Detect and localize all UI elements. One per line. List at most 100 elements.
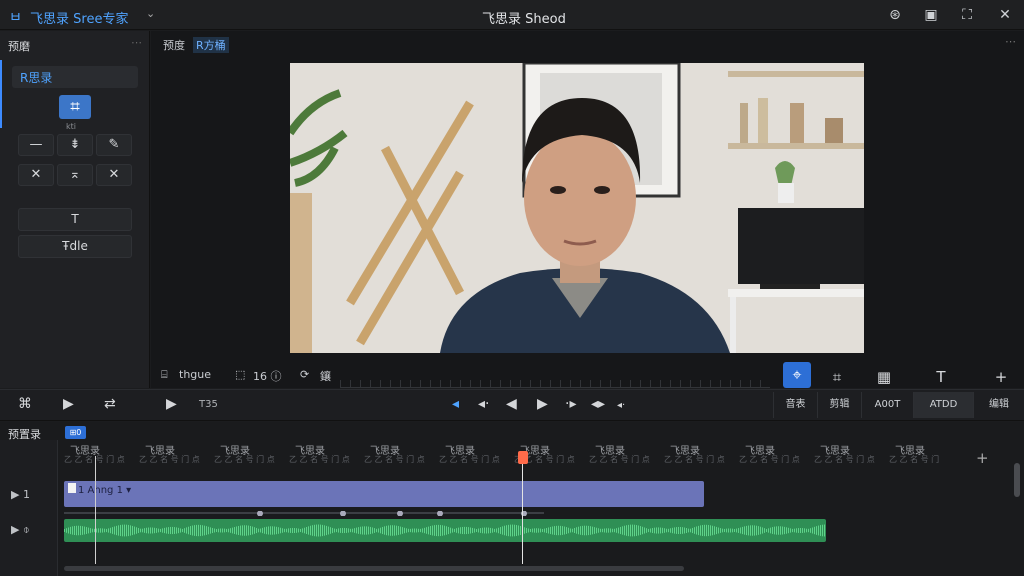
waveform-bar	[710, 525, 711, 536]
rewind-icon[interactable]: ◀	[506, 396, 517, 412]
waveform-bar	[614, 528, 615, 533]
waveform-bar	[402, 527, 403, 534]
waveform-bar	[400, 526, 401, 535]
cross-tool-button[interactable]: ✕	[18, 164, 54, 186]
waveform-bar	[78, 525, 79, 536]
scissor-tool-button[interactable]: ✕	[96, 164, 132, 186]
vertical-scrollbar[interactable]	[1014, 463, 1020, 497]
swap-icon[interactable]: ⇄	[104, 396, 116, 412]
video-frame-image	[290, 63, 864, 353]
segment-a00t[interactable]: A00T	[861, 392, 913, 418]
line-tool-button[interactable]: —	[18, 134, 54, 156]
add-track-icon[interactable]: +	[976, 449, 989, 467]
waveform-bar	[544, 528, 545, 533]
shape-label[interactable]: thgue	[179, 368, 211, 381]
volume-icon[interactable]: ◂·	[617, 400, 625, 411]
chevron-down-icon[interactable]: ⌄	[146, 7, 155, 20]
transform-icon[interactable]: ⌗	[824, 366, 850, 388]
audio-track-head[interactable]: ▶ ⌽	[11, 523, 30, 537]
grid-icon[interactable]: ▦	[871, 366, 897, 388]
audio-clip[interactable]	[64, 519, 826, 542]
loop-icon[interactable]: ◂▸	[591, 396, 605, 412]
text-icon[interactable]: T	[928, 366, 954, 388]
crop-tool-button[interactable]: ⌗	[59, 95, 91, 119]
waveform-bar	[552, 526, 553, 535]
waveform-bar	[82, 526, 83, 535]
waveform-bar	[112, 527, 113, 534]
waveform-bar	[616, 528, 617, 533]
waveform-bar	[284, 528, 285, 533]
waveform-bar	[156, 528, 157, 533]
waveform-bar	[470, 527, 471, 534]
step-forward-icon[interactable]: ·▸	[565, 396, 576, 412]
waveform-bar	[720, 528, 721, 533]
segment-edit[interactable]: 剪辑	[817, 392, 861, 418]
align-tool-button[interactable]: ⇟	[57, 134, 93, 156]
waveform-bar	[346, 528, 347, 533]
text-tool-button[interactable]: T	[18, 208, 132, 231]
in-marker[interactable]	[95, 456, 96, 564]
add-icon[interactable]: +	[988, 366, 1014, 388]
shape-icon[interactable]: ⌸	[161, 368, 168, 382]
waveform-bar	[680, 526, 681, 535]
waveform-bar	[98, 528, 99, 533]
waveform-bar	[200, 524, 201, 537]
transport-play-icon[interactable]: ▶	[537, 396, 548, 412]
timeline-badge[interactable]: ⊞0	[65, 426, 86, 439]
waveform-bar	[646, 528, 647, 533]
video-preview[interactable]	[290, 63, 864, 353]
baseline-tool-button[interactable]: ⌅	[57, 164, 93, 186]
preview-tag[interactable]: R方桶	[193, 37, 229, 53]
waveform-bar	[506, 525, 507, 536]
time-ruler-sublabel: 乙 乙 名 号 门 点	[589, 455, 650, 464]
waveform-bar	[144, 528, 145, 533]
waveform-bar	[312, 525, 313, 536]
sync-label[interactable]: 鑲	[320, 368, 331, 384]
waveform-bar	[464, 526, 465, 535]
preview-play-icon[interactable]: ▶	[166, 396, 177, 412]
waveform-bar	[254, 527, 255, 534]
more-icon[interactable]: ⋯	[1005, 35, 1016, 48]
app-title[interactable]: 飞思录 Sree专家	[30, 8, 128, 27]
sync-icon[interactable]: ⟳	[300, 368, 309, 381]
title-tool-button[interactable]: Ŧdle	[18, 235, 132, 258]
playhead-line[interactable]	[522, 460, 523, 564]
waveform-bar	[272, 526, 273, 535]
segment-compose[interactable]: 编辑	[973, 392, 1024, 418]
tab-record[interactable]: R思录	[12, 66, 138, 88]
segment-atdd[interactable]: ATDD	[913, 392, 973, 418]
more-icon[interactable]: ⋯	[131, 36, 142, 49]
crop-mode-button[interactable]: ⌖	[783, 362, 811, 388]
waveform-bar	[800, 527, 801, 534]
video-clip[interactable]	[64, 481, 704, 507]
layout-icon[interactable]: ▣	[922, 6, 940, 24]
waveform-bar	[502, 526, 503, 535]
waveform-bar	[344, 527, 345, 534]
prev-marker-icon[interactable]: ◂	[452, 396, 459, 412]
fullscreen-icon[interactable]: ⛶	[958, 6, 976, 24]
waveform-bar	[530, 528, 531, 533]
segment-audio[interactable]: 音表	[773, 392, 817, 418]
split-icon[interactable]: ⌘	[18, 396, 32, 412]
ratio-label[interactable]: 16 ⓘ	[253, 368, 282, 384]
waveform-bar	[152, 527, 153, 534]
waveform-bar	[650, 528, 651, 533]
waveform-bar	[622, 526, 623, 535]
horizontal-scrollbar[interactable]	[64, 566, 684, 571]
waveform-bar	[462, 526, 463, 535]
waveform-bar	[178, 527, 179, 534]
close-icon[interactable]: ✕	[996, 6, 1014, 24]
playhead-handle[interactable]	[518, 451, 528, 464]
waveform-bar	[466, 526, 467, 535]
pen-tool-button[interactable]: ✎	[96, 134, 132, 156]
waveform-bar	[408, 528, 409, 533]
record-icon[interactable]: ⊛	[886, 6, 904, 24]
waveform-bar	[774, 526, 775, 535]
waveform-bar	[104, 528, 105, 533]
ratio-icon[interactable]: ⬚	[235, 368, 245, 381]
step-back-icon[interactable]: ◂·	[478, 396, 489, 412]
play-icon[interactable]: ▶	[63, 396, 74, 412]
video-track-head[interactable]: ▶ 1	[11, 488, 30, 501]
waveform-bar	[514, 524, 515, 537]
waveform-bar	[396, 525, 397, 536]
